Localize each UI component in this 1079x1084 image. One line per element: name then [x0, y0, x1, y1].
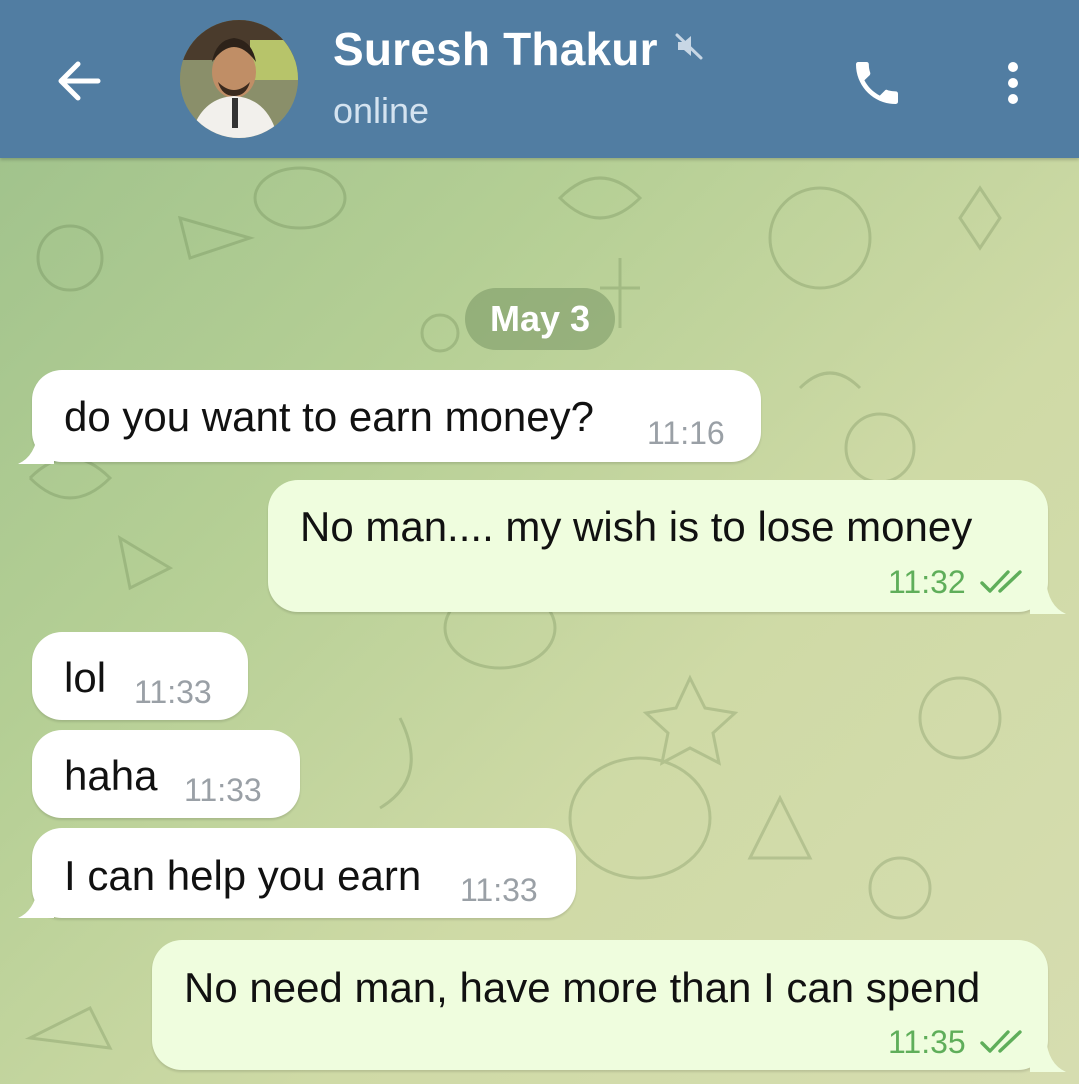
message-text: haha — [64, 752, 158, 799]
avatar-photo — [180, 20, 298, 138]
chat-header: Suresh Thakur online — [0, 0, 1079, 158]
muted-speaker-icon — [675, 33, 703, 60]
contact-avatar[interactable] — [180, 20, 298, 138]
message-time: 11:16 — [647, 415, 725, 451]
bubble-tail — [1030, 1038, 1066, 1072]
message-time: 11:35 — [888, 1024, 966, 1060]
contact-title[interactable]: Suresh Thakur — [333, 22, 704, 76]
message-time: 11:33 — [184, 772, 262, 808]
more-vertical-icon — [1008, 62, 1018, 104]
arrow-left-icon — [58, 61, 101, 101]
message-bubble-incoming[interactable]: I can help you earn 11:33 — [32, 828, 576, 918]
message-bubble-outgoing[interactable]: No man.... my wish is to lose money 11:3… — [268, 480, 1048, 612]
contact-status: online — [333, 90, 430, 131]
bubble-tail — [18, 430, 54, 464]
phone-icon — [856, 62, 898, 104]
message-text: lol — [64, 654, 107, 701]
call-button[interactable] — [838, 44, 916, 122]
message-time: 11:33 — [134, 674, 212, 710]
back-button[interactable] — [44, 46, 114, 116]
message-bubble-incoming[interactable]: lol 11:33 — [32, 632, 248, 720]
message-text: do you want to earn money? — [64, 393, 595, 440]
message-text: I can help you earn — [64, 852, 422, 899]
date-separator: May 3 — [465, 288, 615, 350]
message-time: 11:32 — [888, 564, 966, 600]
contact-name: Suresh Thakur — [333, 23, 658, 75]
bubble-tail — [1030, 580, 1066, 614]
message-bubble-incoming[interactable]: do you want to earn money? 11:16 — [32, 370, 761, 462]
double-check-icon — [980, 1030, 1022, 1053]
message-text: No need man, have more than I can spend — [184, 964, 981, 1011]
message-text: No man.... my wish is to lose money — [300, 503, 973, 550]
double-check-icon — [980, 570, 1022, 593]
more-options-button[interactable] — [986, 44, 1040, 122]
message-bubble-outgoing[interactable]: No need man, have more than I can spend … — [152, 940, 1048, 1070]
bubble-tail — [18, 884, 54, 918]
message-bubble-incoming[interactable]: haha 11:33 — [32, 730, 300, 818]
message-time: 11:33 — [460, 872, 538, 908]
